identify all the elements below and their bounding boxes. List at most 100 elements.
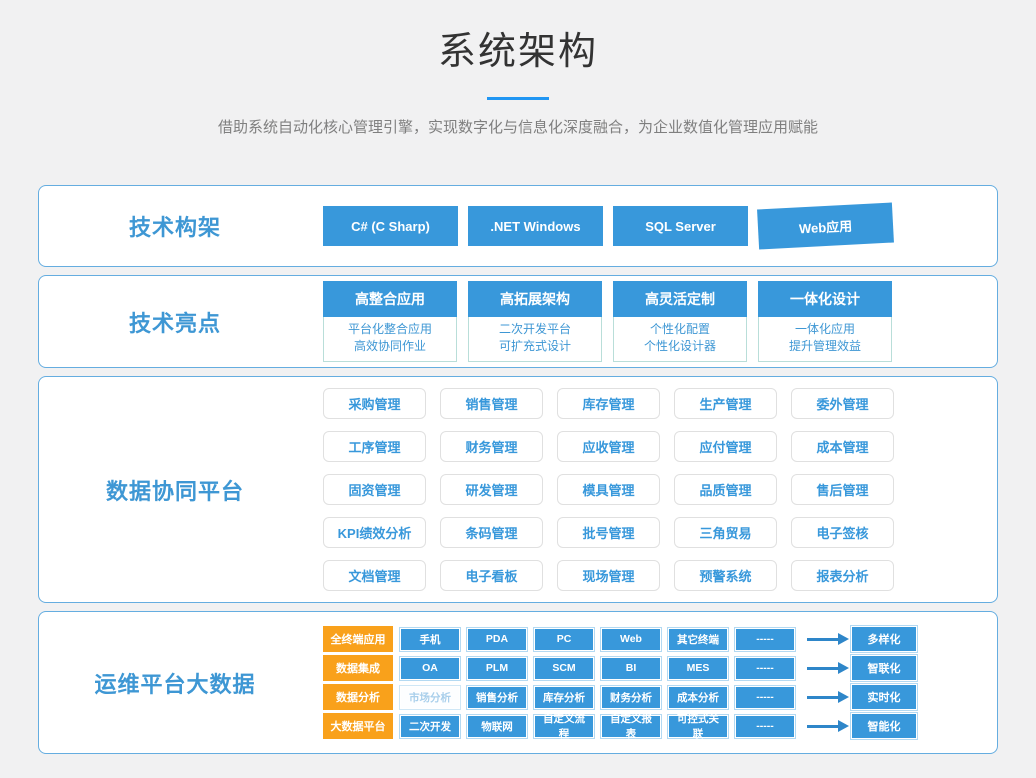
sections: 技术构架 C# (C Sharp) .NET Windows SQL Serve…: [0, 185, 1036, 754]
highlight-line: 高效协同作业: [324, 338, 456, 355]
page-header: 系统架构 借助系统自动化核心管理引擎，实现数字化与信息化深度融合，为企业数值化管…: [0, 0, 1036, 137]
ops-item-button[interactable]: 销售分析: [467, 686, 527, 709]
module-button[interactable]: 销售管理: [440, 388, 543, 419]
page-title: 系统架构: [0, 20, 1036, 75]
module-button[interactable]: KPI绩效分析: [323, 517, 426, 548]
module-button[interactable]: 条码管理: [440, 517, 543, 548]
module-button[interactable]: 售后管理: [791, 474, 894, 505]
tech-button-csharp[interactable]: C# (C Sharp): [323, 206, 458, 246]
tech-button-sqlserver[interactable]: SQL Server: [613, 206, 748, 246]
highlight-line: 二次开发平台: [469, 321, 601, 338]
module-button[interactable]: 批号管理: [557, 517, 660, 548]
ops-item-button[interactable]: OA: [400, 657, 460, 680]
module-button[interactable]: 电子签核: [791, 517, 894, 548]
section-highlights-label: 技术亮点: [39, 276, 311, 367]
module-button[interactable]: 预警系统: [674, 560, 777, 591]
ops-item-button[interactable]: 自定义流程: [534, 715, 594, 738]
ops-row-integration: 数据集成 OA PLM SCM BI MES ----- 智联化: [323, 655, 917, 681]
section-tech-stack: 技术构架 C# (C Sharp) .NET Windows SQL Serve…: [38, 185, 998, 267]
ops-item-button[interactable]: 物联网: [467, 715, 527, 738]
module-button[interactable]: 工序管理: [323, 431, 426, 462]
module-grid-wrap: 采购管理 销售管理 库存管理 生产管理 委外管理 工序管理 财务管理 应收管理 …: [311, 377, 997, 602]
ops-item-button[interactable]: 可控式关联: [668, 715, 728, 738]
page-subtitle: 借助系统自动化核心管理引擎，实现数字化与信息化深度融合，为企业数值化管理应用赋能: [0, 116, 1036, 137]
ops-item-more-button[interactable]: -----: [735, 686, 795, 709]
highlight-line: 可扩充式设计: [469, 338, 601, 355]
section-data-platform: 数据协同平台 采购管理 销售管理 库存管理 生产管理 委外管理 工序管理 财务管…: [38, 376, 998, 603]
ops-result-button[interactable]: 智能化: [851, 713, 917, 739]
highlight-card-body: 一体化应用 提升管理效益: [758, 317, 892, 362]
module-button[interactable]: 电子看板: [440, 560, 543, 591]
module-button[interactable]: 研发管理: [440, 474, 543, 505]
title-underline: [487, 97, 549, 100]
module-button[interactable]: 库存管理: [557, 388, 660, 419]
module-button[interactable]: 三角贸易: [674, 517, 777, 548]
right-arrow-icon: [807, 667, 839, 670]
highlight-card-body: 平台化整合应用 高效协同作业: [323, 317, 457, 362]
module-button[interactable]: 文档管理: [323, 560, 426, 591]
section-tech-stack-label: 技术构架: [39, 186, 311, 266]
highlight-card: 高整合应用 平台化整合应用 高效协同作业: [323, 281, 457, 362]
right-arrow-icon: [807, 725, 839, 728]
highlight-line: 平台化整合应用: [324, 321, 456, 338]
highlight-card-title: 高灵活定制: [613, 281, 747, 317]
ops-item-button[interactable]: PLM: [467, 657, 527, 680]
highlight-cards: 高整合应用 平台化整合应用 高效协同作业 高拓展架构 二次开发平台 可扩充式设计…: [311, 276, 997, 367]
ops-item-button[interactable]: 库存分析: [534, 686, 594, 709]
ops-item-button[interactable]: 财务分析: [601, 686, 661, 709]
ops-rows: 全终端应用 手机 PDA PC Web 其它终端 ----- 多样化 数据集成 …: [323, 626, 917, 739]
ops-item-more-button[interactable]: -----: [735, 628, 795, 651]
ops-item-button[interactable]: 其它终端: [668, 628, 728, 651]
ops-item-button[interactable]: 手机: [400, 628, 460, 651]
highlight-card: 一体化设计 一体化应用 提升管理效益: [758, 281, 892, 362]
module-button[interactable]: 委外管理: [791, 388, 894, 419]
section-ops-platform: 运维平台大数据 全终端应用 手机 PDA PC Web 其它终端 ----- 多…: [38, 611, 998, 754]
ops-result-button[interactable]: 多样化: [851, 626, 917, 652]
module-button[interactable]: 财务管理: [440, 431, 543, 462]
ops-item-button[interactable]: SCM: [534, 657, 594, 680]
highlight-card-title: 高整合应用: [323, 281, 457, 317]
ops-category-label: 大数据平台: [323, 713, 393, 739]
ops-item-button[interactable]: 自定义报表: [601, 715, 661, 738]
ops-category-label: 数据集成: [323, 655, 393, 681]
ops-item-button[interactable]: PDA: [467, 628, 527, 651]
highlight-card-title: 高拓展架构: [468, 281, 602, 317]
ops-category-label: 数据分析: [323, 684, 393, 710]
ops-item-more-button[interactable]: -----: [735, 715, 795, 738]
highlight-card-title: 一体化设计: [758, 281, 892, 317]
ops-item-button[interactable]: 成本分析: [668, 686, 728, 709]
ops-item-button[interactable]: 市场分析: [400, 686, 460, 709]
ops-item-button[interactable]: Web: [601, 628, 661, 651]
page: 系统架构 借助系统自动化核心管理引擎，实现数字化与信息化深度融合，为企业数值化管…: [0, 0, 1036, 778]
module-button[interactable]: 生产管理: [674, 388, 777, 419]
ops-item-button[interactable]: MES: [668, 657, 728, 680]
tech-stack-buttons: C# (C Sharp) .NET Windows SQL Server Web…: [311, 186, 997, 266]
tech-button-dotnet[interactable]: .NET Windows: [468, 206, 603, 246]
ops-item-button[interactable]: BI: [601, 657, 661, 680]
highlight-line: 个性化设计器: [614, 338, 746, 355]
module-grid: 采购管理 销售管理 库存管理 生产管理 委外管理 工序管理 财务管理 应收管理 …: [323, 388, 894, 591]
ops-item-button[interactable]: 二次开发: [400, 715, 460, 738]
module-button[interactable]: 固资管理: [323, 474, 426, 505]
module-button[interactable]: 应付管理: [674, 431, 777, 462]
highlight-line: 提升管理效益: [759, 338, 891, 355]
highlight-line: 一体化应用: [759, 321, 891, 338]
ops-result-button[interactable]: 智联化: [851, 655, 917, 681]
ops-row-bigdata: 大数据平台 二次开发 物联网 自定义流程 自定义报表 可控式关联 ----- 智…: [323, 713, 917, 739]
tech-button-web[interactable]: Web应用: [757, 202, 894, 249]
module-button[interactable]: 现场管理: [557, 560, 660, 591]
highlight-card: 高灵活定制 个性化配置 个性化设计器: [613, 281, 747, 362]
section-data-platform-label: 数据协同平台: [39, 377, 311, 602]
ops-result-button[interactable]: 实时化: [851, 684, 917, 710]
ops-item-more-button[interactable]: -----: [735, 657, 795, 680]
highlight-card-body: 二次开发平台 可扩充式设计: [468, 317, 602, 362]
module-button[interactable]: 报表分析: [791, 560, 894, 591]
module-button[interactable]: 采购管理: [323, 388, 426, 419]
module-button[interactable]: 成本管理: [791, 431, 894, 462]
module-button[interactable]: 应收管理: [557, 431, 660, 462]
highlight-card: 高拓展架构 二次开发平台 可扩充式设计: [468, 281, 602, 362]
ops-item-button[interactable]: PC: [534, 628, 594, 651]
module-button[interactable]: 品质管理: [674, 474, 777, 505]
ops-rows-wrap: 全终端应用 手机 PDA PC Web 其它终端 ----- 多样化 数据集成 …: [311, 612, 997, 753]
module-button[interactable]: 模具管理: [557, 474, 660, 505]
